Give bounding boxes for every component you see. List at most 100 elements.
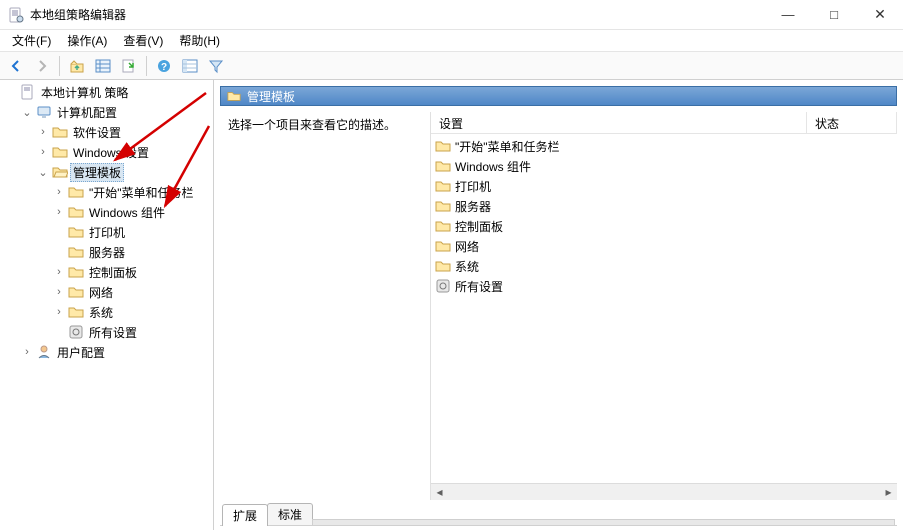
folder-icon (68, 284, 84, 300)
tree-software-settings[interactable]: ›软件设置 (36, 122, 213, 142)
folder-icon (52, 124, 68, 140)
details-header-title: 管理模板 (247, 88, 295, 105)
maximize-button[interactable]: □ (811, 0, 857, 29)
back-button[interactable] (4, 55, 28, 77)
help-button[interactable]: ? (152, 55, 176, 77)
chevron-right-icon[interactable]: › (36, 146, 50, 158)
folder-icon (68, 184, 84, 200)
folder-open-icon (52, 164, 68, 180)
folder-icon (435, 138, 451, 154)
list-item[interactable]: 所有设置 (431, 276, 897, 296)
details-button[interactable] (178, 55, 202, 77)
list-item[interactable]: "开始"菜单和任务栏 (431, 136, 897, 156)
chevron-right-icon[interactable]: › (52, 206, 66, 218)
export-button[interactable] (117, 55, 141, 77)
menu-action[interactable]: 操作(A) (61, 30, 113, 51)
chevron-right-icon[interactable]: › (52, 306, 66, 318)
svg-text:?: ? (161, 62, 167, 73)
folder-icon (227, 89, 241, 103)
description-panel: 选择一个项目来查看它的描述。 (220, 112, 430, 500)
settings-icon (435, 278, 451, 294)
tree-user-config[interactable]: › 用户配置 (20, 342, 213, 362)
menu-file[interactable]: 文件(F) (6, 30, 57, 51)
folder-icon (435, 258, 451, 274)
chevron-down-icon[interactable]: ⌄ (36, 166, 50, 179)
tree-computer-label: 计算机配置 (54, 103, 120, 122)
list-view-button[interactable] (91, 55, 115, 77)
tree-servers[interactable]: 服务器 (52, 242, 213, 262)
policy-icon (20, 84, 36, 100)
chevron-right-icon[interactable]: › (20, 346, 34, 358)
toolbar-separator (146, 56, 147, 76)
up-button[interactable] (65, 55, 89, 77)
computer-icon (36, 104, 52, 120)
minimize-button[interactable]: — (765, 0, 811, 29)
tree-network[interactable]: ›网络 (52, 282, 213, 302)
scroll-left-icon[interactable]: ◂ (431, 484, 448, 501)
horizontal-scrollbar[interactable]: ◂ ▸ (431, 483, 897, 500)
folder-icon (52, 144, 68, 160)
folder-icon (435, 218, 451, 234)
tree-root[interactable]: 本地计算机 策略 (4, 82, 213, 102)
scroll-right-icon[interactable]: ▸ (880, 484, 897, 501)
list-item[interactable]: 系统 (431, 256, 897, 276)
tree-root-label: 本地计算机 策略 (38, 83, 131, 102)
folder-icon (68, 304, 84, 320)
settings-icon (68, 324, 84, 340)
folder-icon (68, 224, 84, 240)
settings-list[interactable]: "开始"菜单和任务栏 Windows 组件 打印机 服务器 控制面板 网络 系统… (431, 134, 897, 483)
description-hint: 选择一个项目来查看它的描述。 (228, 118, 396, 132)
content-area: 本地计算机 策略 ⌄ 计算机配置 ›软件设置 ›Windows 设置 (0, 80, 903, 530)
forward-button[interactable] (30, 55, 54, 77)
tree-admin-templates[interactable]: ⌄管理模板 (36, 162, 213, 182)
tree-printers[interactable]: 打印机 (52, 222, 213, 242)
tree-control-panel[interactable]: ›控制面板 (52, 262, 213, 282)
toolbar-separator (59, 56, 60, 76)
folder-icon (435, 238, 451, 254)
tree-system[interactable]: ›系统 (52, 302, 213, 322)
menu-view[interactable]: 查看(V) (117, 30, 169, 51)
folder-icon (435, 198, 451, 214)
folder-icon (435, 178, 451, 194)
list-item[interactable]: 控制面板 (431, 216, 897, 236)
col-setting[interactable]: 设置 (431, 112, 807, 133)
folder-icon (435, 158, 451, 174)
menu-help[interactable]: 帮助(H) (173, 30, 226, 51)
title-bar: 本地组策略编辑器 — □ ✕ (0, 0, 903, 30)
tab-strip (312, 519, 895, 525)
chevron-right-icon[interactable]: › (36, 126, 50, 138)
settings-list-panel: 设置 状态 "开始"菜单和任务栏 Windows 组件 打印机 服务器 控制面板… (430, 112, 897, 500)
details-pane: 管理模板 选择一个项目来查看它的描述。 设置 状态 "开始"菜单和任务栏 Win… (214, 80, 903, 530)
list-item[interactable]: 打印机 (431, 176, 897, 196)
list-item[interactable]: 网络 (431, 236, 897, 256)
tree-computer-config[interactable]: ⌄ 计算机配置 (20, 102, 213, 122)
user-icon (36, 344, 52, 360)
tree-all-settings[interactable]: 所有设置 (52, 322, 213, 342)
app-icon (8, 7, 24, 23)
folder-icon (68, 264, 84, 280)
list-item[interactable]: 服务器 (431, 196, 897, 216)
tab-extended[interactable]: 扩展 (222, 504, 268, 526)
menu-bar: 文件(F) 操作(A) 查看(V) 帮助(H) (0, 30, 903, 52)
col-state[interactable]: 状态 (807, 112, 897, 133)
chevron-right-icon[interactable]: › (52, 186, 66, 198)
toolbar: ? (0, 52, 903, 80)
tree-start-taskbar[interactable]: ›"开始"菜单和任务栏 (52, 182, 213, 202)
window-title: 本地组策略编辑器 (30, 6, 765, 23)
column-headers[interactable]: 设置 状态 (431, 112, 897, 134)
list-item[interactable]: Windows 组件 (431, 156, 897, 176)
tree-pane[interactable]: 本地计算机 策略 ⌄ 计算机配置 ›软件设置 ›Windows 设置 (0, 80, 214, 530)
details-header: 管理模板 (220, 86, 897, 106)
chevron-right-icon[interactable]: › (52, 266, 66, 278)
chevron-right-icon[interactable]: › (52, 286, 66, 298)
chevron-down-icon[interactable]: ⌄ (20, 106, 34, 119)
tree-windows-settings[interactable]: ›Windows 设置 (36, 142, 213, 162)
folder-icon (68, 204, 84, 220)
scroll-track[interactable] (448, 484, 880, 500)
folder-icon (68, 244, 84, 260)
window-controls: — □ ✕ (765, 0, 903, 29)
filter-button[interactable] (204, 55, 228, 77)
tab-standard[interactable]: 标准 (267, 503, 313, 525)
close-button[interactable]: ✕ (857, 0, 903, 29)
tree-windows-components[interactable]: ›Windows 组件 (52, 202, 213, 222)
